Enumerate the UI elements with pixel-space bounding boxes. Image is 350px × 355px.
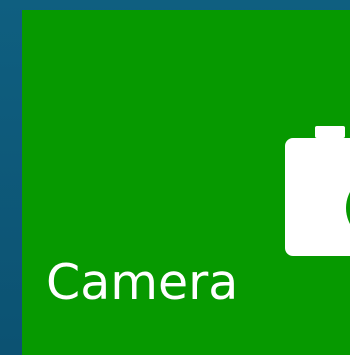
tile-label: Camera <box>46 254 239 311</box>
camera-icon <box>285 126 350 256</box>
camera-tile[interactable]: Camera <box>22 10 350 355</box>
start-screen: Camera <box>0 0 350 355</box>
